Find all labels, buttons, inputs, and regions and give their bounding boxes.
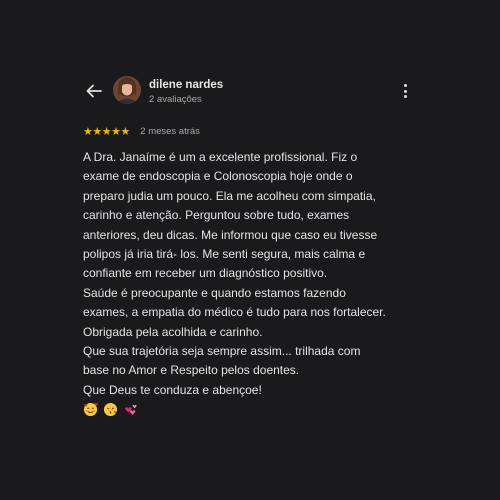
- review-line: Saúde é preocupante e quando estamos faz…: [83, 285, 346, 300]
- review-line: preparo judia um pouco. Ela me acolheu c…: [83, 188, 376, 203]
- rating-row: ★★★★★ 2 meses atrás: [83, 123, 200, 139]
- review-line: Que sua trajetória seja sempre assim... …: [83, 344, 361, 359]
- user-name[interactable]: dilene nardes: [149, 79, 223, 91]
- two-hearts-icon: [123, 402, 138, 417]
- review-line: exames, a empatia do médico é tudo para …: [83, 305, 386, 320]
- arrow-back-icon[interactable]: [83, 80, 105, 102]
- more-vert-icon[interactable]: [398, 82, 412, 100]
- review-line: confiante em receber um diagnóstico posi…: [83, 266, 328, 281]
- star-rating: ★★★★★: [83, 125, 130, 139]
- review-line: Que Deus te conduza e abençoe!: [83, 382, 262, 397]
- review-header: dilene nardes 2 avaliações: [0, 0, 500, 120]
- smiling-face-with-hearts-icon: [83, 402, 98, 417]
- review-line: carinho e atenção. Perguntou sobre tudo,…: [83, 208, 350, 223]
- review-date: 2 meses atrás: [140, 126, 200, 138]
- review-line: exame de endoscopia e Colonoscopia hoje …: [83, 169, 353, 184]
- review-count: 2 avaliações: [149, 94, 202, 105]
- face-blowing-kiss-icon: [103, 402, 118, 417]
- review-line: Obrigada pela acolhida e carinho.: [83, 324, 263, 339]
- emoji-row: [83, 401, 139, 419]
- review-line: anteriores, deu dicas. Me informou que c…: [83, 227, 378, 242]
- review-text: A Dra. Janaíme é um a excelente profissi…: [83, 148, 423, 400]
- avatar[interactable]: [113, 76, 141, 104]
- review-line: polipos já iria tirá- los. Me senti segu…: [83, 247, 366, 262]
- review-line: A Dra. Janaíme é um a excelente profissi…: [83, 150, 358, 164]
- review-line: base no Amor e Respeito pelos doentes.: [83, 363, 300, 378]
